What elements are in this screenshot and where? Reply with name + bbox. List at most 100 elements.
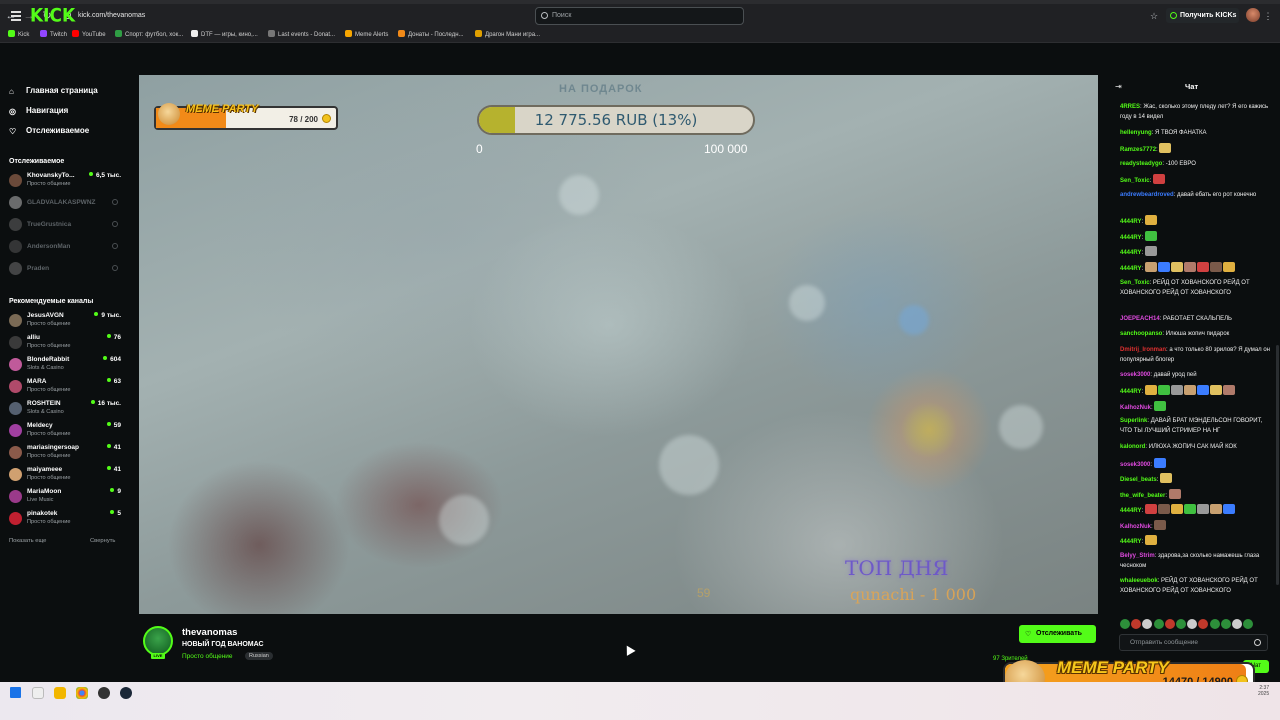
sidebar-channel[interactable]: AndersonMan <box>9 237 121 257</box>
chat-username[interactable]: sosek3000 <box>1120 372 1150 378</box>
chrome-icon[interactable] <box>76 687 88 699</box>
bookmark-item[interactable]: Драгон Мани игра... <box>475 30 540 40</box>
sidebar-item-home[interactable]: ⌂ Главная страница <box>9 86 98 96</box>
chat-username[interactable]: sanchoopanso <box>1120 331 1162 337</box>
bookmark-star-icon[interactable]: ☆ <box>1149 11 1159 21</box>
chat-username[interactable]: Ramzes7772 <box>1120 147 1156 153</box>
chat-username[interactable]: the_wife_beater <box>1120 493 1165 499</box>
windows-start-icon[interactable] <box>10 687 21 698</box>
bookmark-item[interactable]: Twitch <box>40 30 67 40</box>
sidebar-channel[interactable]: Praden <box>9 259 121 279</box>
sidebar-channel[interactable]: MariaMoon Live Music 9 <box>9 487 121 507</box>
bookmark-item[interactable]: Донаты - Последн... <box>398 30 464 40</box>
chat-message: 4444RY: <box>1120 246 1270 258</box>
chat-username[interactable]: 4444RY <box>1120 250 1141 256</box>
browser-menu-icon[interactable]: ⋮ <box>1263 11 1273 21</box>
emote-shortcut-icon[interactable] <box>1220 619 1231 629</box>
collapse-link[interactable]: Свернуть <box>90 538 115 544</box>
sidebar-channel[interactable]: JesusAVGN Просто общение 9 тыс. <box>9 311 121 331</box>
sidebar-channel[interactable]: GLADVALAKASPWNZ <box>9 193 121 213</box>
sidebar-item-browse[interactable]: ◎ Навигация <box>9 106 68 116</box>
chat-username[interactable]: Sen_Toxic <box>1120 178 1150 184</box>
emote-shortcut-icon[interactable] <box>1120 619 1130 629</box>
bookmark-item[interactable]: YouTube <box>72 30 106 40</box>
chat-username[interactable]: hellenyung <box>1120 130 1152 136</box>
emote-shortcut-icon[interactable] <box>1187 619 1198 629</box>
hamburger-menu-icon[interactable] <box>11 11 21 21</box>
emote-shortcut-icon[interactable] <box>1164 619 1175 629</box>
sidebar-channel[interactable]: KhovanskyTo... Просто общение 6,5 тыс. <box>9 171 121 191</box>
emote-shortcut-icon[interactable] <box>1131 619 1142 629</box>
get-kicks-label: Получить KICKs <box>1180 12 1237 19</box>
sidebar-channel[interactable]: TrueGrustnica <box>9 215 121 235</box>
sidebar-channel[interactable]: BlondeRabbit Slots & Casino 604 <box>9 355 121 375</box>
emoji-icon[interactable] <box>1254 639 1261 646</box>
chat-username[interactable]: Sen_Toxic <box>1120 280 1150 286</box>
sidebar-channel[interactable]: Meldecy Просто общение 59 <box>9 421 121 441</box>
offline-icon <box>112 243 118 249</box>
chat-message-input[interactable]: Отправить сообщение <box>1119 634 1268 651</box>
steam-icon[interactable] <box>120 687 132 699</box>
chat-username[interactable]: whaleeuebok <box>1120 578 1158 584</box>
bookmark-favicon-icon <box>40 30 47 37</box>
folder-icon[interactable] <box>54 687 66 699</box>
bookmark-item[interactable]: Meme Alerts <box>345 30 388 40</box>
chat-username[interactable]: Superlink <box>1120 418 1147 424</box>
chat-username[interactable]: 4444RY <box>1120 219 1141 225</box>
chat-username[interactable]: KalhozNuk <box>1120 405 1151 411</box>
chat-username[interactable]: 4444RY <box>1120 235 1141 241</box>
language-tag[interactable]: Russian <box>245 652 273 660</box>
emote-shortcut-icon[interactable] <box>1243 619 1254 629</box>
emote-shortcut-icon[interactable] <box>1231 619 1242 629</box>
chat-username[interactable]: 4444RY <box>1120 539 1141 545</box>
app-icon[interactable] <box>98 687 110 699</box>
emote-shortcut-icon[interactable] <box>1142 619 1153 629</box>
chat-username[interactable]: KalhozNuk <box>1120 524 1151 530</box>
chat-username[interactable]: Dmitrij_Ironman <box>1120 347 1166 353</box>
emote-shortcut-icon[interactable] <box>1153 619 1164 629</box>
sidebar-channel[interactable]: MARA Просто общение 63 <box>9 377 121 397</box>
chat-username[interactable]: readysteadygo <box>1120 161 1162 167</box>
yandex-icon[interactable] <box>32 687 44 699</box>
chat-message: sosek3000: <box>1120 458 1270 470</box>
sidebar-channel[interactable]: maiyameee Просто общение 41 <box>9 465 121 485</box>
chat-username[interactable]: sosek3000 <box>1120 462 1150 468</box>
chat-username[interactable]: 4RRES <box>1120 104 1140 110</box>
video-player[interactable]: НА ПОДАРОК 12 775.56 RUB (13%) 0 100 000… <box>139 75 1098 614</box>
bookmark-item[interactable]: Last events - Donat... <box>268 30 335 40</box>
channel-avatar <box>9 336 22 349</box>
emote-icon <box>1157 504 1170 514</box>
chat-username[interactable]: JOEPEACH14 <box>1120 316 1160 322</box>
chat-message: Superlink: ДАВАЙ БРАТ МЭНДЕЛЬСОН ГОВОРИТ… <box>1120 416 1270 436</box>
emote-icon <box>1183 385 1196 395</box>
chat-username[interactable]: 4444RY <box>1120 389 1141 395</box>
chat-username[interactable]: 4444RY <box>1120 508 1141 514</box>
chat-scrollbar[interactable] <box>1276 345 1279 585</box>
chat-username[interactable]: kalonord <box>1120 444 1145 450</box>
sidebar-channel[interactable]: pinakotek Просто общение 5 <box>9 509 121 529</box>
chat-username[interactable]: Diesel_beats <box>1120 477 1157 483</box>
kick-logo[interactable]: KICK <box>30 5 75 27</box>
user-avatar[interactable] <box>1246 8 1260 22</box>
sidebar-channel[interactable]: ROSHTEIN Slots & Casino 16 тыс. <box>9 399 121 419</box>
sidebar-channel[interactable]: alliu Просто общение 76 <box>9 333 121 353</box>
bookmark-item[interactable]: Kick <box>8 30 29 40</box>
emote-shortcut-icon[interactable] <box>1198 619 1209 629</box>
collapse-chat-icon[interactable]: ⇥ <box>1115 82 1122 91</box>
bookmark-item[interactable]: Спорт: футбол, хок... <box>115 30 183 40</box>
search-input[interactable]: Поиск <box>535 7 744 25</box>
emote-shortcut-icon[interactable] <box>1175 619 1186 629</box>
stream-category[interactable]: Просто общение <box>182 653 233 660</box>
sidebar-channel[interactable]: mariasingersoap Просто общение 41 <box>9 443 121 463</box>
chat-username[interactable]: 4444RY <box>1120 266 1141 272</box>
emote-icon <box>1144 504 1157 514</box>
emote-shortcut-icon[interactable] <box>1209 619 1220 629</box>
chat-username[interactable]: Belyy_Strim <box>1120 553 1155 559</box>
streamer-avatar[interactable] <box>143 626 173 656</box>
meme-party-count: 78 / 200 <box>289 115 318 124</box>
sidebar-item-following[interactable]: ♡ Отслеживаемое <box>9 126 89 136</box>
streamer-name[interactable]: thevanomas <box>182 627 237 638</box>
bookmark-item[interactable]: DTF — игры, кино,... <box>191 30 258 40</box>
chat-username[interactable]: andrewbeardroved <box>1120 192 1174 198</box>
show-more-link[interactable]: Показать еще <box>9 538 46 544</box>
